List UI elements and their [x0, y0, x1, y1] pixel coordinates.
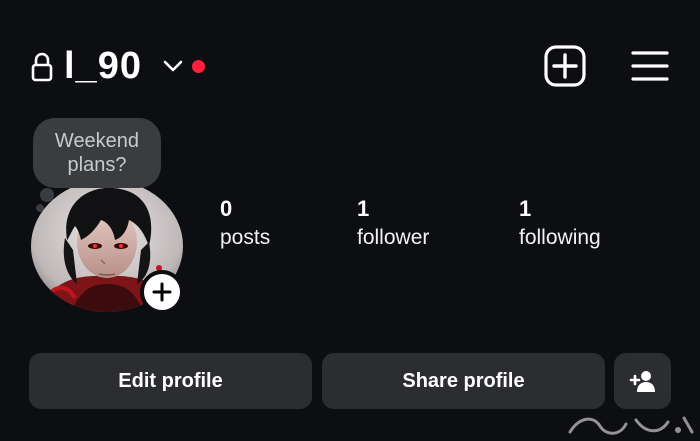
menu-icon[interactable]: [630, 48, 670, 84]
notification-dot: [192, 60, 205, 73]
username[interactable]: l_90: [64, 44, 142, 88]
posts-label: posts: [220, 226, 271, 249]
note-line-2: plans?: [67, 154, 127, 176]
add-story-button[interactable]: [140, 270, 184, 314]
note-tail: [40, 188, 54, 202]
add-person-icon: [629, 371, 655, 392]
plus-icon: [152, 282, 172, 302]
watermark-logo: [568, 416, 694, 435]
share-profile-button[interactable]: Share profile: [322, 353, 605, 409]
following-count: 1: [519, 196, 532, 221]
discover-people-button[interactable]: [614, 353, 671, 409]
note-bubble[interactable]: Weekend plans?: [33, 118, 161, 188]
lock-icon: [31, 52, 53, 82]
note-line-1: Weekend: [54, 130, 140, 152]
followers-label: follower: [357, 226, 430, 249]
chevron-down-icon[interactable]: [162, 58, 184, 74]
followers-count: 1: [357, 196, 370, 221]
edit-profile-button[interactable]: Edit profile: [29, 353, 312, 409]
following-label: following: [519, 226, 601, 249]
posts-count: 0: [220, 196, 233, 221]
stat-following[interactable]: 1 following: [519, 196, 601, 252]
stat-posts[interactable]: 0 posts: [220, 196, 270, 252]
stat-followers[interactable]: 1 follower: [357, 196, 429, 252]
create-post-icon[interactable]: [543, 44, 587, 88]
note-tail-small: [36, 204, 44, 212]
